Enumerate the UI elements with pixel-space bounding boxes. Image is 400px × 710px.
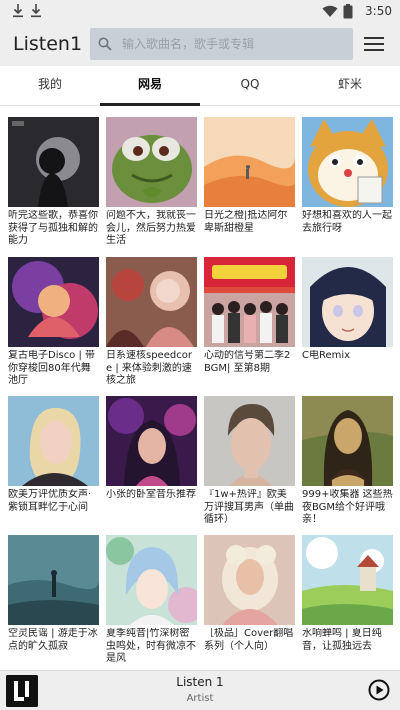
playlist-card[interactable]: 999+收集器 这些热夜BGM给个好评哦亲！ [302,396,393,530]
app-logo-icon [6,675,38,707]
playlist-title: C电Remix [302,350,351,361]
tab-qq[interactable]: QQ [200,66,300,106]
playlist-title: 问题不大，我就丧一会儿，然后努力热爱生活 [106,210,196,246]
player-track-title: Listen 1 [176,675,224,689]
search-icon [98,37,112,51]
playlist-title: 日系速核speedcore | 来体验刺激的速核之旅 [106,350,192,386]
playlist-title: 小张的卧室音乐推荐 [106,489,196,500]
playlist-card[interactable]: 水响蝉鸣 | 夏日纯音，让孤独远去 [302,535,393,669]
status-time: 3:50 [365,4,392,18]
search-input[interactable] [122,34,344,54]
status-bar: 3:50 [0,0,400,24]
playlist-card[interactable]: 欧美万评优质女声·紫锁耳畔忆于心间 [8,396,99,530]
playlist-grid: 听完这些歌，恭喜你获得了与孤独和解的能力 问题不大，我就丧一会儿，然后努力热爱生… [0,106,400,670]
playlist-cover [204,396,295,486]
playlist-cover [204,117,295,207]
playlist-title: 好想和喜欢的人一起去旅行呀 [302,210,392,234]
tab-mine[interactable]: 我的 [0,66,100,106]
playlist-cover [302,396,393,486]
playlist-card[interactable]: 复古电子Disco | 带你穿梭回80年代舞池厅 [8,257,99,391]
playlist-card[interactable]: 小张的卧室音乐推荐 [106,396,197,530]
playlist-title: 999+收集器 这些热夜BGM给个好评哦亲！ [302,489,393,525]
playlist-cover [106,396,197,486]
playlist-cover [8,117,99,207]
mini-player[interactable]: Listen 1 Artist [0,670,400,710]
playlist-cover [302,117,393,207]
app-title: Listen1 [13,33,83,55]
menu-icon[interactable] [362,33,386,55]
source-tabs: 我的 网易 QQ 虾米 [0,66,400,106]
playlist-title: 心动的信号第二季2 BGM| 至第8期 [204,350,295,374]
tab-label: QQ [240,77,260,91]
playlist-cover [8,257,99,347]
playlist-cover [8,535,99,625]
playlist-card[interactable]: ［极品］Cover翻唱系列（个人向） [204,535,295,669]
playlist-title: 日光之橙|抵达阿尔卑斯甜橙星 [204,210,288,234]
tab-label: 我的 [37,77,62,91]
playlist-title: 夏季纯音|竹深树密虫鸣处，时有微凉不是风 [106,628,196,664]
app-bar: Listen1 [0,24,400,66]
download-icon [13,4,23,18]
battery-icon [343,4,353,19]
playlist-cover [106,535,197,625]
playlist-title: 听完这些歌，恭喜你获得了与孤独和解的能力 [8,210,98,246]
playlist-cover [302,535,393,625]
tab-label: 网易 [137,77,162,91]
playlist-card[interactable]: 日光之橙|抵达阿尔卑斯甜橙星 [204,117,295,251]
player-artist: Artist [186,693,214,704]
tab-netease[interactable]: 网易 [100,66,200,106]
playlist-card[interactable]: 夏季纯音|竹深树密虫鸣处，时有微凉不是风 [106,535,197,669]
wifi-icon [322,5,338,17]
download-icon [31,4,41,18]
playlist-title: 水响蝉鸣 | 夏日纯音，让孤独远去 [302,628,382,652]
tab-label: 虾米 [337,77,362,91]
playlist-title: ［极品］Cover翻唱系列（个人向） [204,628,294,652]
tab-xiami[interactable]: 虾米 [300,66,400,106]
playlist-title: 复古电子Disco | 带你穿梭回80年代舞池厅 [8,350,96,386]
playlist-cover [204,257,295,347]
playlist-cover [106,257,197,347]
search-box[interactable] [90,28,353,60]
playlist-card[interactable]: 听完这些歌，恭喜你获得了与孤独和解的能力 [8,117,99,251]
playlist-title: 空灵民谣 | 游走于冰点的旷久孤寂 [8,628,98,652]
playlist-title: 欧美万评优质女声·紫锁耳畔忆于心间 [8,489,92,513]
play-icon[interactable] [368,679,390,701]
playlist-cover [8,396,99,486]
playlist-card[interactable]: 日系速核speedcore | 来体验刺激的速核之旅 [106,257,197,391]
playlist-card[interactable]: 『1w+热评』欧美万评搜耳男声（单曲循环） [204,396,295,530]
playlist-card[interactable]: 空灵民谣 | 游走于冰点的旷久孤寂 [8,535,99,669]
playlist-card[interactable]: 好想和喜欢的人一起去旅行呀 [302,117,393,251]
playlist-card[interactable]: C电Remix [302,257,393,391]
playlist-card[interactable]: 心动的信号第二季2 BGM| 至第8期 [204,257,295,391]
playlist-cover [302,257,393,347]
playlist-cover [106,117,197,207]
playlist-card[interactable]: 问题不大，我就丧一会儿，然后努力热爱生活 [106,117,197,251]
playlist-cover [204,535,295,625]
playlist-title: 『1w+热评』欧美万评搜耳男声（单曲循环） [204,489,294,525]
